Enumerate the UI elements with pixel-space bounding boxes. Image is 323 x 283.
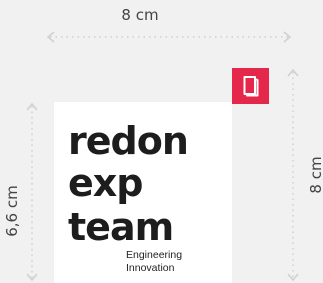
left-height-dimension-arrow: [26, 102, 38, 282]
tagline-engineering: Engineering: [126, 249, 183, 261]
logo-line-redon: redon: [68, 119, 189, 163]
logo-line-exp: exp: [68, 161, 143, 205]
width-label: 8 cm: [121, 6, 159, 24]
tagline-innovation: Innovation: [126, 262, 175, 274]
left-height-label: 6,6 cm: [3, 185, 21, 237]
logo-line-team: team: [68, 205, 174, 249]
pages-badge[interactable]: [232, 68, 269, 104]
pages-icon: [243, 76, 259, 97]
width-dimension-arrow: [46, 31, 292, 43]
right-height-label: 8 cm: [307, 156, 323, 193]
sticker-preview: redon exp team Engineering Innovation: [54, 102, 232, 283]
right-height-dimension-arrow: [287, 68, 299, 282]
